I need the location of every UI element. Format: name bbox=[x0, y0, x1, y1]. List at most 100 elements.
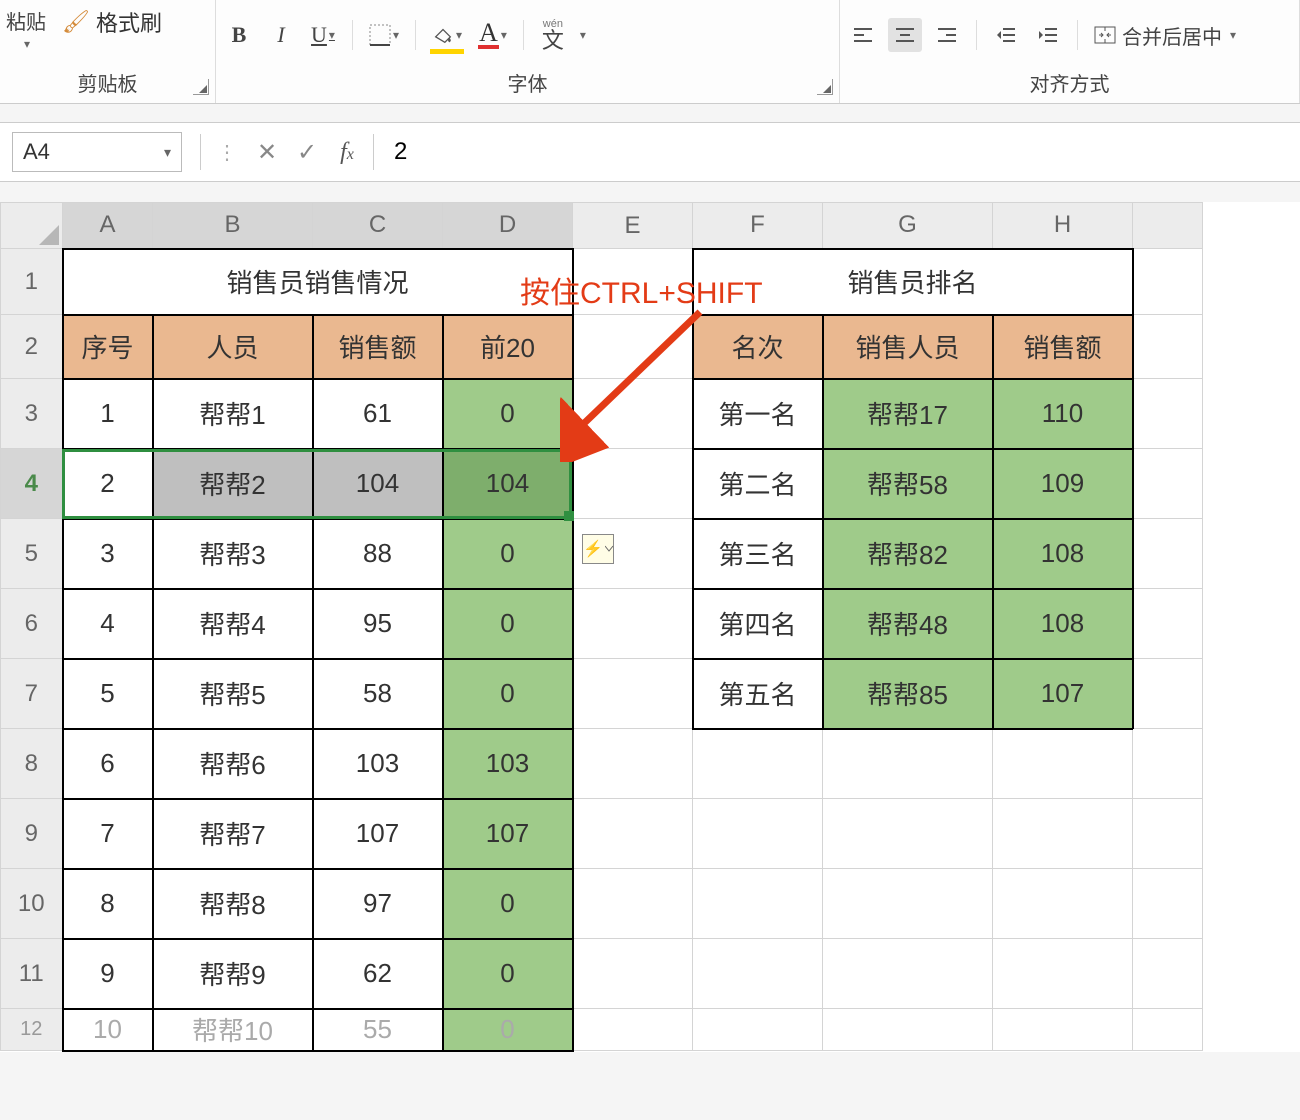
cell[interactable] bbox=[993, 939, 1133, 1009]
cell[interactable]: 第四名 bbox=[693, 589, 823, 659]
left-table-title[interactable]: 销售员销售情况 bbox=[63, 249, 573, 315]
right-header[interactable]: 名次 bbox=[693, 315, 823, 379]
cell[interactable] bbox=[693, 729, 823, 799]
cell[interactable]: 110 bbox=[993, 379, 1133, 449]
fill-color-button[interactable]: ▾ bbox=[428, 18, 466, 52]
cell[interactable] bbox=[573, 729, 693, 799]
cell[interactable]: 0 bbox=[443, 379, 573, 449]
cell[interactable] bbox=[993, 1009, 1133, 1051]
row-header[interactable]: 4 bbox=[1, 449, 63, 519]
cell[interactable] bbox=[573, 799, 693, 869]
cell[interactable]: 107 bbox=[313, 799, 443, 869]
cell[interactable]: 0 bbox=[443, 659, 573, 729]
row-header[interactable]: 11 bbox=[1, 939, 63, 1009]
cell[interactable] bbox=[573, 449, 693, 519]
cell[interactable] bbox=[573, 1009, 693, 1051]
row-header[interactable]: 7 bbox=[1, 659, 63, 729]
cell[interactable]: 6 bbox=[63, 729, 153, 799]
cell[interactable]: 108 bbox=[993, 519, 1133, 589]
align-center-button[interactable] bbox=[888, 18, 922, 52]
cell[interactable]: 7 bbox=[63, 799, 153, 869]
cell[interactable] bbox=[573, 659, 693, 729]
row-header[interactable]: 2 bbox=[1, 315, 63, 379]
cell[interactable]: 0 bbox=[443, 519, 573, 589]
bold-button[interactable]: B bbox=[222, 18, 256, 52]
formula-input[interactable] bbox=[380, 132, 1300, 172]
cell[interactable]: 第五名 bbox=[693, 659, 823, 729]
left-header[interactable]: 销售额 bbox=[313, 315, 443, 379]
enter-button[interactable]: ✓ bbox=[287, 138, 327, 167]
left-header[interactable]: 序号 bbox=[63, 315, 153, 379]
cell[interactable] bbox=[1133, 249, 1203, 315]
col-header-G[interactable]: G bbox=[823, 203, 993, 249]
phonetic-guide-button[interactable]: wén 文 bbox=[536, 18, 570, 52]
cell[interactable]: 8 bbox=[63, 869, 153, 939]
cell[interactable]: 107 bbox=[443, 799, 573, 869]
cell[interactable]: 0 bbox=[443, 589, 573, 659]
right-header[interactable]: 销售人员 bbox=[823, 315, 993, 379]
insert-function-button[interactable]: fx bbox=[327, 139, 367, 166]
row-header[interactable]: 3 bbox=[1, 379, 63, 449]
cell[interactable]: 0 bbox=[443, 869, 573, 939]
cell[interactable]: 帮帮58 bbox=[823, 449, 993, 519]
align-right-button[interactable] bbox=[930, 18, 964, 52]
cell[interactable]: 帮帮1 bbox=[153, 379, 313, 449]
cell[interactable]: 帮帮4 bbox=[153, 589, 313, 659]
format-painter-button[interactable]: 🖌 格式刷 bbox=[62, 6, 162, 38]
cell[interactable] bbox=[1133, 519, 1203, 589]
cell[interactable]: 58 bbox=[313, 659, 443, 729]
row-header[interactable]: 10 bbox=[1, 869, 63, 939]
cell[interactable] bbox=[993, 799, 1133, 869]
cell[interactable] bbox=[573, 869, 693, 939]
decrease-indent-button[interactable] bbox=[989, 18, 1023, 52]
cell[interactable] bbox=[573, 939, 693, 1009]
cell[interactable]: 95 bbox=[313, 589, 443, 659]
cell[interactable] bbox=[823, 799, 993, 869]
cell[interactable]: 第一名 bbox=[693, 379, 823, 449]
cell[interactable]: 帮帮85 bbox=[823, 659, 993, 729]
cell[interactable]: 5 bbox=[63, 659, 153, 729]
cell[interactable] bbox=[1133, 315, 1203, 379]
cell[interactable] bbox=[823, 729, 993, 799]
col-header-D[interactable]: D bbox=[443, 203, 573, 249]
cell[interactable]: 帮帮8 bbox=[153, 869, 313, 939]
cell[interactable]: 62 bbox=[313, 939, 443, 1009]
cancel-button[interactable]: ✕ bbox=[247, 138, 287, 167]
cell[interactable]: 10 bbox=[63, 1009, 153, 1051]
col-header-F[interactable]: F bbox=[693, 203, 823, 249]
cell[interactable] bbox=[1133, 729, 1203, 799]
cell[interactable] bbox=[693, 1009, 823, 1051]
row-header[interactable]: 6 bbox=[1, 589, 63, 659]
select-all-cell[interactable] bbox=[1, 203, 63, 249]
cell[interactable]: 9 bbox=[63, 939, 153, 1009]
col-header-extra[interactable] bbox=[1133, 203, 1203, 249]
cell[interactable] bbox=[573, 589, 693, 659]
cell[interactable]: 55 bbox=[313, 1009, 443, 1051]
cell[interactable]: 103 bbox=[443, 729, 573, 799]
underline-button[interactable]: U▾ bbox=[306, 18, 340, 52]
cell[interactable]: 帮帮17 bbox=[823, 379, 993, 449]
spreadsheet[interactable]: A B C D E F G H 1 销售员销售情况 销售员排名 2 序号 人员 … bbox=[0, 202, 1300, 1052]
cell[interactable]: 帮帮3 bbox=[153, 519, 313, 589]
italic-button[interactable]: I bbox=[264, 18, 298, 52]
cell[interactable]: 109 bbox=[993, 449, 1133, 519]
cell[interactable]: 104 bbox=[313, 449, 443, 519]
col-header-B[interactable]: B bbox=[153, 203, 313, 249]
cell[interactable] bbox=[693, 869, 823, 939]
cell[interactable]: 0 bbox=[443, 1009, 573, 1051]
cell[interactable]: 第三名 bbox=[693, 519, 823, 589]
right-header[interactable]: 销售额 bbox=[993, 315, 1133, 379]
row-header[interactable]: 1 bbox=[1, 249, 63, 315]
paste-button[interactable]: 粘贴 bbox=[6, 6, 46, 35]
cell[interactable]: 帮帮7 bbox=[153, 799, 313, 869]
cell[interactable]: 帮帮5 bbox=[153, 659, 313, 729]
cell[interactable]: 61 bbox=[313, 379, 443, 449]
font-dialog-launcher[interactable] bbox=[817, 79, 833, 95]
cell[interactable] bbox=[693, 799, 823, 869]
cell[interactable] bbox=[993, 729, 1133, 799]
cell[interactable]: 104 bbox=[443, 449, 573, 519]
increase-indent-button[interactable] bbox=[1031, 18, 1065, 52]
cell[interactable] bbox=[1133, 659, 1203, 729]
cell[interactable]: 88 bbox=[313, 519, 443, 589]
paste-dropdown-icon[interactable]: ▾ bbox=[24, 37, 30, 51]
